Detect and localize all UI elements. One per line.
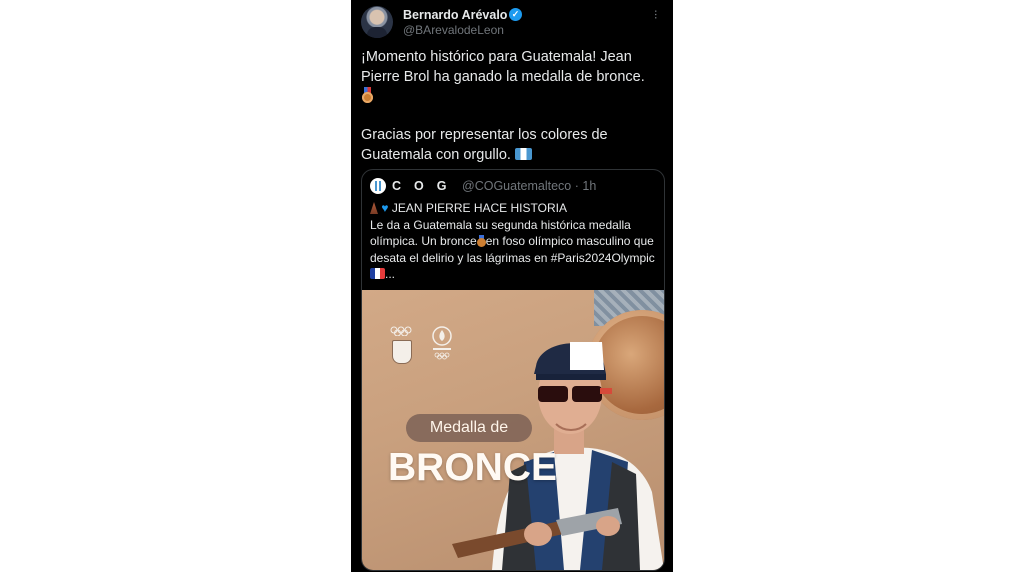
medal-label-pill: Medalla de [406,414,532,442]
quoted-tweet[interactable]: COG @COGuatemalteco · 1h ♥ JEAN PIERRE H… [361,169,665,571]
quoted-author-name[interactable]: COG [392,179,459,193]
tweet-text-line-1: ¡Momento histórico para Guatemala! Jean … [361,49,645,85]
quoted-header: COG @COGuatemalteco · 1h [370,178,660,196]
quoted-media-image[interactable]: Medalla de BRONCE [362,290,664,570]
author-avatar[interactable] [361,6,393,38]
bronze-medal-small-icon [476,235,486,247]
blue-heart-icon: ♥ [381,201,389,215]
author-name[interactable]: Bernardo Arévalo [403,8,507,22]
author-handle[interactable]: @BArevalodeLeon [403,23,504,37]
olympic-rings-icon [390,326,412,336]
tweet-card[interactable]: Bernardo Arévalo ✓ @BArevalodeLeon ··· ¡… [351,0,673,572]
tweet-text: ¡Momento histórico para Guatemala! Jean … [361,48,666,165]
logos-group [390,326,460,366]
bronze-medal-icon [361,87,374,103]
tweet-header: Bernardo Arévalo ✓ @BArevalodeLeon ··· [351,0,673,44]
verified-badge-icon: ✓ [509,8,522,21]
guatemala-coat-of-arms-icon [392,340,412,364]
bronze-title: BRONCE [388,446,558,489]
quoted-ellipsis: ... [385,267,396,281]
tweet-text-line-2: Gracias por representar los colores de G… [361,127,608,163]
france-flag-icon [370,268,385,279]
quoted-text: ♥ JEAN PIERRE HACE HISTORIA Le da a Guat… [370,200,660,283]
cog-avatar-icon[interactable] [370,178,386,194]
eiffel-tower-icon [370,202,378,214]
guatemala-flag-icon [514,147,532,160]
quoted-headline: JEAN PIERRE HACE HISTORIA [391,201,567,215]
quoted-author-handle[interactable]: @COGuatemalteco · 1h [462,179,596,193]
more-options-icon[interactable]: ··· [649,9,664,19]
